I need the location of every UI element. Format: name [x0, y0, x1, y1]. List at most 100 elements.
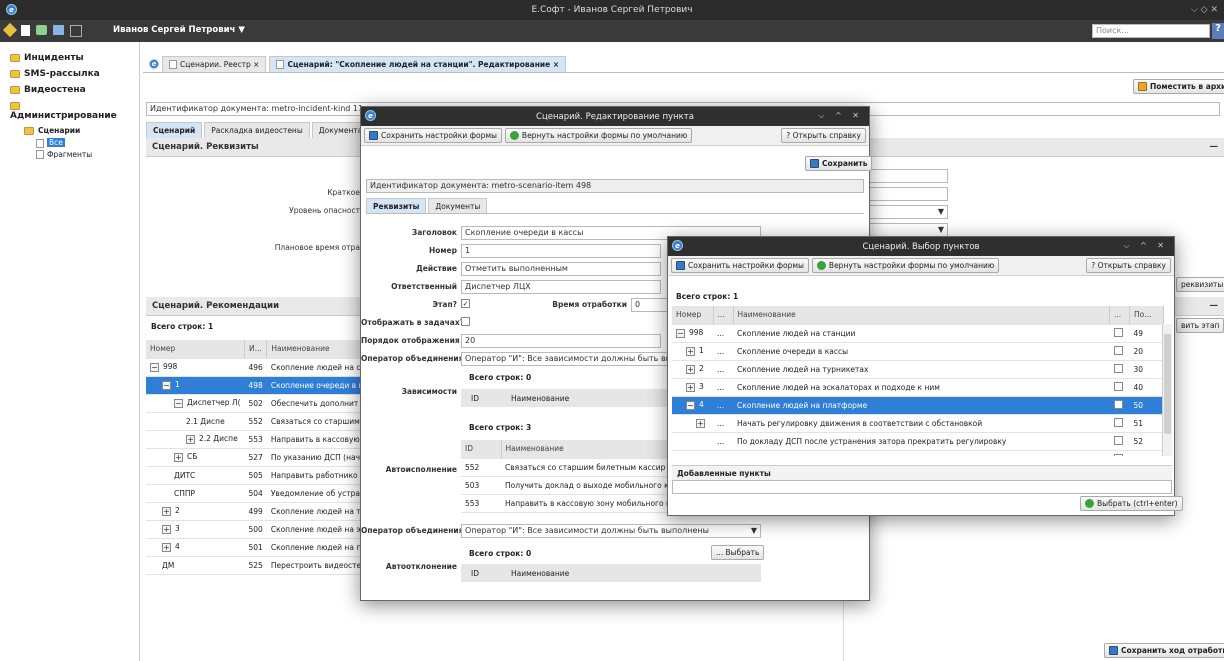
- tab-requisites[interactable]: Реквизиты: [366, 198, 427, 214]
- expand-toggle-icon[interactable]: −: [676, 328, 685, 338]
- table-row[interactable]: +2 499 Скопление людей на т: [146, 502, 366, 521]
- table-row[interactable]: +1... Скопление очереди в кассы 20: [672, 342, 1164, 361]
- expand-toggle-icon[interactable]: +: [186, 434, 195, 444]
- expand-toggle-icon[interactable]: −: [150, 362, 159, 372]
- tab-edit-scenario[interactable]: Сценарий: "Скопление людей на станции". …: [269, 56, 567, 72]
- expand-toggle-icon[interactable]: −: [162, 380, 171, 390]
- col-more-2[interactable]: ...: [1109, 306, 1130, 325]
- col-more[interactable]: ...: [713, 306, 734, 325]
- row-more[interactable]: ...: [713, 324, 733, 343]
- table-row[interactable]: ... По докладу ДСП после устранения затор…: [672, 432, 1164, 451]
- col-order[interactable]: По...: [1129, 306, 1164, 325]
- tab-registry[interactable]: Сценарии. Реестр ×: [162, 56, 267, 72]
- expand-toggle-icon[interactable]: +: [162, 542, 171, 552]
- choose-button[interactable]: ... Выбрать: [711, 545, 765, 560]
- requisites-button[interactable]: реквизиты: [1176, 277, 1224, 292]
- expand-toggle-icon[interactable]: +: [696, 418, 705, 428]
- table-row[interactable]: +3... Скопление людей на эскалаторах и по…: [672, 378, 1164, 397]
- save-button[interactable]: Сохранить: [805, 156, 873, 171]
- grid-icon[interactable]: [70, 25, 82, 37]
- expand-toggle-icon[interactable]: +: [162, 524, 171, 534]
- row-checkbox[interactable]: [1113, 345, 1123, 355]
- table-row[interactable]: СППР 504 Уведомление об устра: [146, 484, 366, 503]
- settings-icon[interactable]: [36, 25, 47, 35]
- show-in-tasks-checkbox[interactable]: [461, 317, 470, 326]
- number-field[interactable]: 1: [461, 244, 661, 258]
- row-more[interactable]: ...: [713, 360, 733, 379]
- window-icon[interactable]: [53, 25, 64, 35]
- table-row[interactable]: +... Начать регулировку движения в соотве…: [672, 414, 1164, 433]
- join-operator-select-2[interactable]: Оператор "И": Все зависимости должны быт…: [461, 524, 761, 538]
- save-form-settings-button[interactable]: Сохранить настройки формы: [364, 128, 502, 143]
- row-checkbox[interactable]: [1113, 363, 1123, 373]
- req-select-2[interactable]: ▼: [868, 223, 948, 237]
- row-more[interactable]: ...: [713, 450, 733, 456]
- display-order-field[interactable]: 20: [461, 334, 661, 348]
- req-select-1[interactable]: ▼: [868, 205, 948, 219]
- row-more[interactable]: ...: [713, 378, 733, 397]
- key-icon[interactable]: [2, 22, 18, 38]
- action-select[interactable]: Отметить выполненным: [461, 262, 661, 276]
- stage-checkbox[interactable]: ✓: [461, 299, 470, 308]
- window-controls[interactable]: ⌵ ^ ✕: [818, 111, 863, 121]
- row-checkbox[interactable]: [1113, 435, 1123, 445]
- open-help-button[interactable]: ? Открыть справку: [781, 128, 866, 143]
- tab-documents[interactable]: Документы: [428, 198, 488, 214]
- col-name[interactable]: Наименование: [266, 340, 366, 359]
- table-row[interactable]: +4 501 Скопление людей на п: [146, 538, 366, 557]
- col-number[interactable]: Номер: [146, 340, 245, 359]
- window-controls[interactable]: ⌵ ^ ✕: [1123, 241, 1168, 251]
- responsible-select[interactable]: Диспетчер ЛЦХ: [461, 280, 661, 294]
- save-progress-button[interactable]: Сохранить ход отработки: [1104, 643, 1224, 658]
- help-button[interactable]: ?: [1212, 23, 1224, 39]
- row-more[interactable]: ...: [713, 414, 733, 433]
- expand-toggle-icon[interactable]: −: [686, 400, 695, 410]
- add-stage-button[interactable]: вить этап: [1176, 318, 1224, 333]
- sidebar-item-fragments[interactable]: Фрагменты: [0, 149, 139, 161]
- sidebar-item-all[interactable]: Все: [0, 137, 139, 149]
- table-row[interactable]: + СБ 527 По указанию ДСП (нач: [146, 448, 366, 467]
- col-number[interactable]: Номер: [672, 306, 714, 325]
- table-row[interactable]: +2.2 Диспе 553 Направить в кассовую: [146, 430, 366, 449]
- sidebar-item-videowall[interactable]: Видеостена: [0, 82, 139, 98]
- row-checkbox[interactable]: [1113, 399, 1123, 409]
- req-field-2[interactable]: [868, 187, 948, 201]
- scroll-thumb[interactable]: [1164, 334, 1171, 434]
- tab-videowall-layout[interactable]: Раскладка видеостены: [204, 122, 310, 138]
- tab-scenario[interactable]: Сценарий: [146, 122, 203, 138]
- expand-toggle-icon[interactable]: +: [174, 452, 183, 462]
- col-id[interactable]: И...: [244, 340, 268, 359]
- expand-toggle-icon[interactable]: +: [686, 364, 695, 374]
- row-checkbox[interactable]: [1113, 381, 1123, 391]
- table-row[interactable]: −4... Скопление людей на платформе 50: [672, 396, 1164, 415]
- row-checkbox[interactable]: [1113, 453, 1123, 456]
- select-button[interactable]: Выбрать (ctrl+enter): [1080, 496, 1183, 511]
- close-icon[interactable]: ×: [253, 60, 259, 69]
- reset-form-settings-button[interactable]: Вернуть настройки формы по умолчанию: [811, 258, 1000, 273]
- row-checkbox[interactable]: [1113, 417, 1123, 427]
- expand-toggle-icon[interactable]: +: [686, 382, 695, 392]
- expand-toggle-icon[interactable]: +: [162, 506, 171, 516]
- sidebar-item-incidents[interactable]: Инциденты: [0, 50, 139, 66]
- added-items-field[interactable]: [672, 480, 1172, 494]
- search-input[interactable]: Поиск...: [1092, 24, 1210, 38]
- close-icon[interactable]: ×: [553, 60, 559, 69]
- col-id[interactable]: ID: [461, 440, 502, 459]
- table-row[interactable]: −998... Скопление людей на станции 49: [672, 324, 1164, 343]
- archive-button[interactable]: Поместить в архив: [1133, 79, 1224, 94]
- table-row[interactable]: +2... Скопление людей на турникетах 30: [672, 360, 1164, 379]
- table-row[interactable]: ДМ 525 Перестроить видеосте: [146, 556, 366, 575]
- expand-toggle-icon[interactable]: +: [686, 346, 695, 356]
- table-row[interactable]: ДИТС 505 Направить работнико: [146, 466, 366, 485]
- user-menu[interactable]: Иванов Сергей Петрович ▼: [113, 25, 245, 35]
- work-time-field[interactable]: 0: [631, 298, 671, 312]
- document-icon[interactable]: [21, 25, 30, 36]
- table-row[interactable]: 2.1 Диспе 552 Связаться со старшим: [146, 412, 366, 431]
- req-field-1[interactable]: [868, 169, 948, 183]
- table-row[interactable]: − Диспетчер Л(502 Обеспечить дополнит: [146, 394, 366, 413]
- reset-form-settings-button[interactable]: Вернуть настройки формы по умолчанию: [504, 128, 693, 143]
- home-icon[interactable]: e: [149, 59, 159, 69]
- table-row[interactable]: −998 496 Скопление людей на с: [146, 358, 366, 377]
- row-more[interactable]: ...: [713, 432, 733, 451]
- sidebar-item-sms[interactable]: SMS-рассылка: [0, 66, 139, 82]
